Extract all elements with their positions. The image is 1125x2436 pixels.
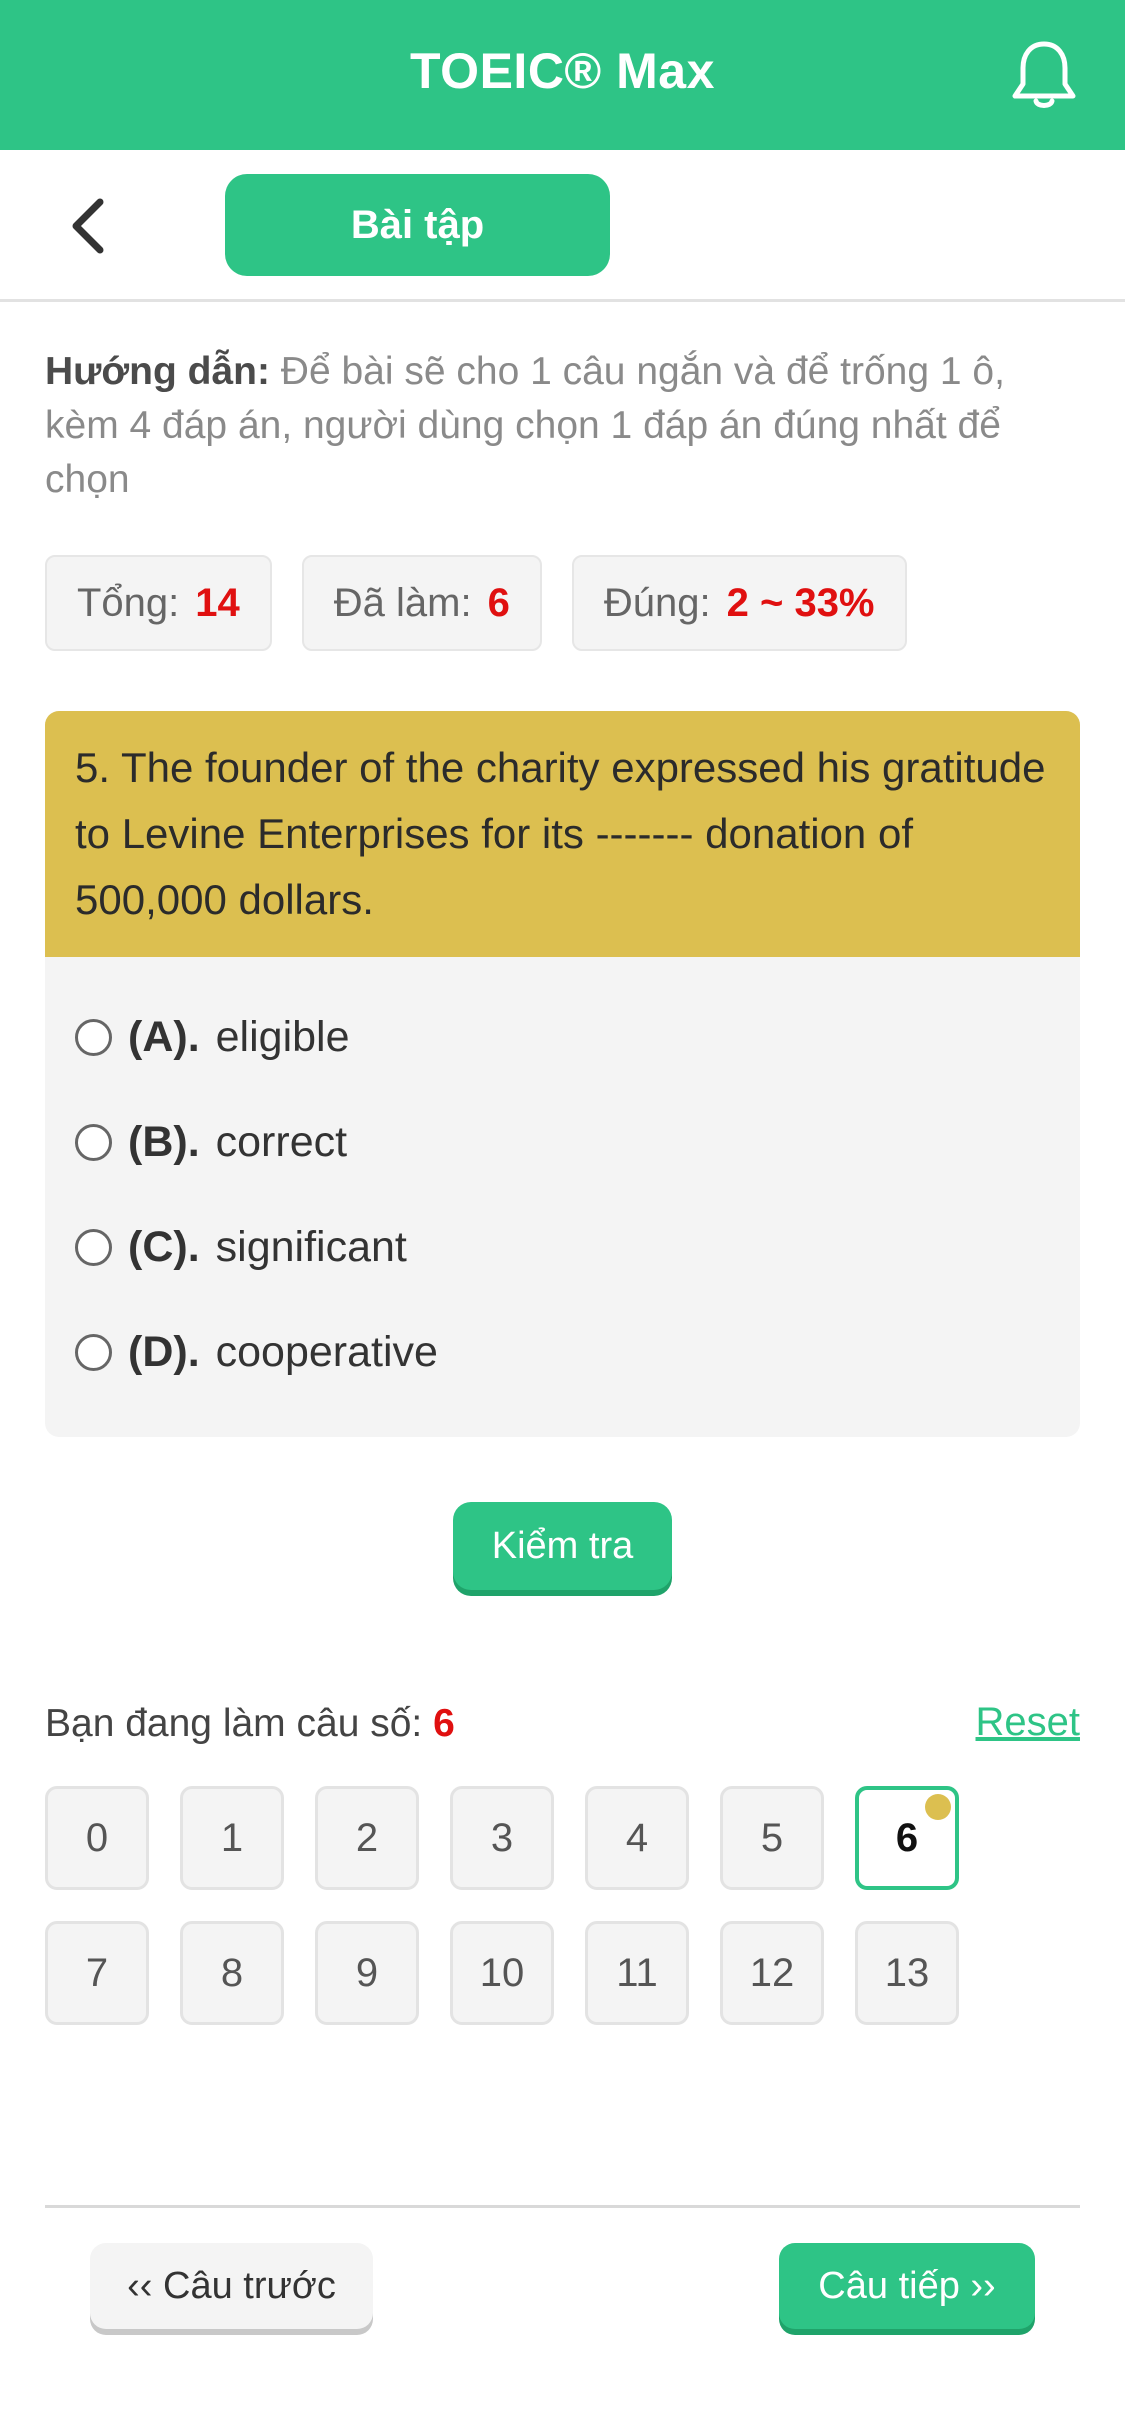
- question-number-button[interactable]: 10: [450, 1921, 554, 2025]
- option-c[interactable]: (C). significant: [45, 1195, 1080, 1300]
- stat-total: Tổng: 14: [45, 555, 272, 651]
- answer-options: (A). eligible (B). correct (C). signific…: [45, 957, 1080, 1405]
- current-question-label: Bạn đang làm câu số:: [45, 1702, 423, 1745]
- question-number-label: 6: [895, 1815, 919, 1860]
- option-letter: (B).: [128, 1118, 200, 1166]
- reset-link[interactable]: Reset: [976, 1700, 1081, 1745]
- stat-label: Đúng:: [603, 580, 711, 625]
- current-question-number: 6: [433, 1702, 455, 1745]
- app-title: TOEIC® Max: [410, 43, 715, 99]
- option-text: eligible: [215, 1013, 350, 1061]
- bell-icon[interactable]: [1009, 38, 1079, 112]
- question-number-button[interactable]: 1: [180, 1786, 284, 1890]
- radio-button[interactable]: [75, 1229, 112, 1266]
- stat-label: Tổng:: [77, 580, 180, 625]
- question-number-button[interactable]: 11: [585, 1921, 689, 2025]
- stat-value: 14: [195, 580, 240, 625]
- radio-button[interactable]: [75, 1019, 112, 1056]
- option-text: cooperative: [215, 1328, 438, 1376]
- app-header: TOEIC® Max: [0, 0, 1125, 150]
- instructions-label: Hướng dẫn:: [45, 350, 270, 393]
- sub-header: Bài tập: [0, 150, 1125, 302]
- question-number-button[interactable]: 12: [720, 1921, 824, 2025]
- stat-correct: Đúng: 2 ~ 33%: [571, 555, 907, 651]
- stat-label: Đã làm:: [333, 580, 472, 625]
- current-question: Bạn đang làm câu số: 6: [45, 1702, 455, 1746]
- radio-button[interactable]: [75, 1124, 112, 1161]
- question-number-button[interactable]: 13: [855, 1921, 959, 2025]
- next-question-button[interactable]: Câu tiếp ››: [779, 2243, 1035, 2329]
- stat-done: Đã làm: 6: [301, 555, 542, 651]
- instructions: Hướng dẫn: Để bài sẽ cho 1 câu ngắn và đ…: [45, 345, 1080, 507]
- current-indicator-dot: [925, 1794, 951, 1820]
- option-letter: (A).: [128, 1013, 200, 1061]
- footer-divider: [45, 2205, 1080, 2208]
- stats-row: Tổng: 14 Đã làm: 6 Đúng: 2 ~ 33%: [45, 555, 907, 651]
- option-a[interactable]: (A). eligible: [45, 985, 1080, 1090]
- question-number-button[interactable]: 3: [450, 1786, 554, 1890]
- stat-value: 6: [487, 580, 510, 625]
- option-letter: (D).: [128, 1328, 200, 1376]
- question-number-button[interactable]: 8: [180, 1921, 284, 2025]
- question-card: 5. The founder of the charity expressed …: [45, 711, 1080, 1437]
- option-d[interactable]: (D). cooperative: [45, 1300, 1080, 1405]
- question-number-button[interactable]: 9: [315, 1921, 419, 2025]
- option-text: significant: [215, 1223, 407, 1271]
- option-text: correct: [215, 1118, 348, 1166]
- question-text: 5. The founder of the charity expressed …: [45, 711, 1080, 957]
- question-number-button[interactable]: 0: [45, 1786, 149, 1890]
- question-number-button[interactable]: 5: [720, 1786, 824, 1890]
- option-b[interactable]: (B). correct: [45, 1090, 1080, 1195]
- chevron-left-icon[interactable]: [60, 194, 120, 258]
- option-letter: (C).: [128, 1223, 200, 1271]
- question-number-button-active[interactable]: 6: [855, 1786, 959, 1890]
- previous-question-button[interactable]: ‹‹ Câu trước: [90, 2243, 373, 2329]
- radio-button[interactable]: [75, 1334, 112, 1371]
- question-number-button[interactable]: 2: [315, 1786, 419, 1890]
- stat-value: 2 ~ 33%: [726, 580, 875, 625]
- tab-exercises[interactable]: Bài tập: [225, 174, 610, 276]
- question-number-button[interactable]: 7: [45, 1921, 149, 2025]
- question-number-button[interactable]: 4: [585, 1786, 689, 1890]
- check-button[interactable]: Kiểm tra: [453, 1502, 672, 1590]
